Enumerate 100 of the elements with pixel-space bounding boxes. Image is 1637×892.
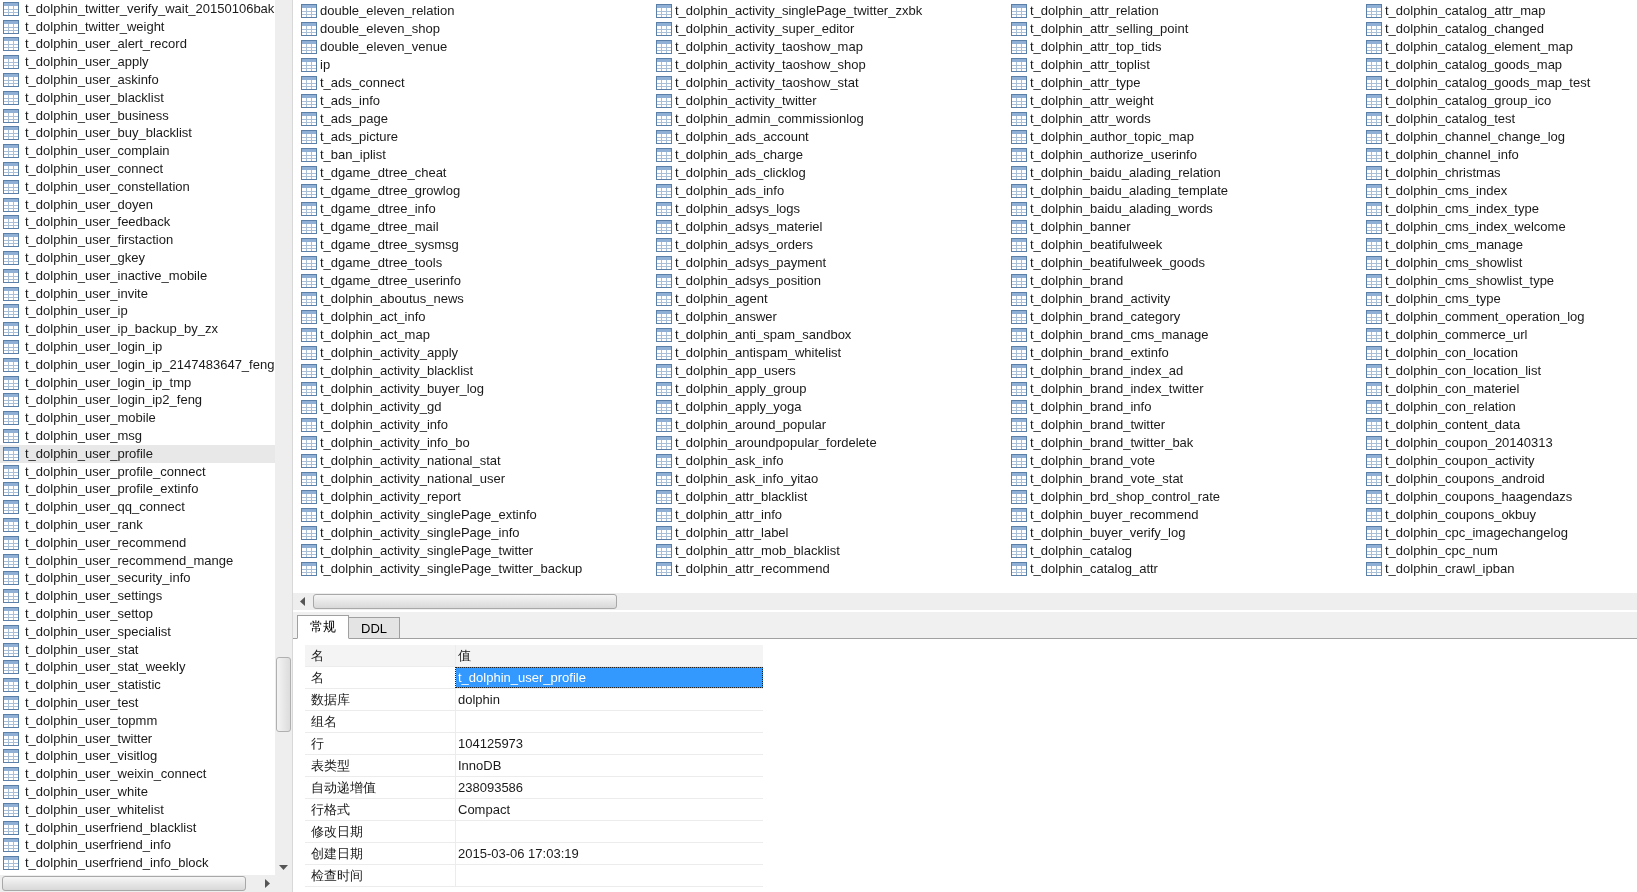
scroll-left-arrow-icon[interactable] bbox=[299, 596, 305, 606]
table-list-item[interactable]: t_ads_connect bbox=[301, 74, 656, 92]
table-list-item[interactable]: t_dolphin_catalog_goods_map bbox=[1366, 56, 1637, 74]
table-list-item[interactable]: t_ads_info bbox=[301, 92, 656, 110]
scroll-right-arrow-icon[interactable] bbox=[265, 879, 271, 888]
table-list-item[interactable]: t_dolphin_brd_shop_control_rate bbox=[1011, 488, 1366, 506]
sidebar-item[interactable]: t_dolphin_user_recommend_mange bbox=[0, 551, 275, 570]
table-list-item[interactable]: t_dolphin_author_topic_map bbox=[1011, 128, 1366, 146]
table-list-item[interactable]: t_dolphin_buyer_verify_log bbox=[1011, 524, 1366, 542]
table-list-item[interactable]: t_dolphin_antispam_whitelist bbox=[656, 344, 1011, 362]
table-list-item[interactable]: t_dolphin_around_popular bbox=[656, 416, 1011, 434]
table-list-item[interactable]: t_ads_page bbox=[301, 110, 656, 128]
table-list-item[interactable]: t_dolphin_anti_spam_sandbox bbox=[656, 326, 1011, 344]
sidebar-item[interactable]: t_dolphin_user_inactive_mobile bbox=[0, 266, 275, 285]
sidebar-item[interactable]: t_dolphin_user_complain bbox=[0, 142, 275, 161]
table-list-item[interactable]: t_dolphin_activity_blacklist bbox=[301, 362, 656, 380]
sidebar-item[interactable]: t_dolphin_user_blacklist bbox=[0, 89, 275, 107]
table-list-item[interactable]: t_dolphin_activity_national_stat bbox=[301, 452, 656, 470]
table-list-item[interactable]: t_dolphin_ask_info bbox=[656, 452, 1011, 470]
table-list-item[interactable]: t_dolphin_activity_apply bbox=[301, 344, 656, 362]
table-list-item[interactable]: t_dolphin_cms_index_type bbox=[1366, 200, 1637, 218]
table-list-item[interactable]: t_dolphin_ads_charge bbox=[656, 146, 1011, 164]
table-list-item[interactable]: t_dolphin_catalog_element_map bbox=[1366, 38, 1637, 56]
sidebar-item[interactable]: t_dolphin_user_weixin_connect bbox=[0, 765, 275, 784]
table-list-item[interactable]: t_dolphin_brand_extinfo bbox=[1011, 344, 1366, 362]
table-list-item[interactable]: t_dolphin_catalog_changed bbox=[1366, 20, 1637, 38]
sidebar-item[interactable]: t_dolphin_twitter_weight bbox=[0, 17, 275, 36]
table-list-item[interactable]: t_dolphin_catalog_test bbox=[1366, 110, 1637, 128]
table-list-item[interactable]: t_dolphin_attr_label bbox=[656, 524, 1011, 542]
sidebar-item[interactable]: t_dolphin_user_qq_connect bbox=[0, 498, 275, 517]
table-list-item[interactable]: t_dolphin_attr_recommend bbox=[656, 560, 1011, 578]
sidebar-item[interactable]: t_dolphin_user_twitter bbox=[0, 729, 275, 748]
table-list-item[interactable]: t_dolphin_cms_index bbox=[1366, 182, 1637, 200]
table-list-item[interactable]: t_dgame_dtree_cheat bbox=[301, 164, 656, 182]
table-list-item[interactable]: t_dolphin_cms_type bbox=[1366, 290, 1637, 308]
table-list-item[interactable]: t_dolphin_coupons_android bbox=[1366, 470, 1637, 488]
table-list-item[interactable]: t_dolphin_con_materiel bbox=[1366, 380, 1637, 398]
table-list-item[interactable]: t_dolphin_activity_singlePage_twitter_backup bbox=[301, 560, 656, 578]
sidebar-item[interactable]: t_dolphin_user_settings bbox=[0, 587, 275, 606]
sidebar-item[interactable]: t_dolphin_user_recommend bbox=[0, 533, 275, 552]
table-list-item[interactable]: t_dgame_dtree_tools bbox=[301, 254, 656, 272]
table-list-item[interactable]: t_dolphin_con_location bbox=[1366, 344, 1637, 362]
table-list-item[interactable]: t_dgame_dtree_info bbox=[301, 200, 656, 218]
table-list-item[interactable]: t_dolphin_christmas bbox=[1366, 164, 1637, 182]
sidebar-item[interactable]: t_dolphin_user_feedback bbox=[0, 213, 275, 232]
table-list-item[interactable]: t_dolphin_catalog_attr bbox=[1011, 560, 1366, 578]
property-value[interactable]: Compact bbox=[455, 799, 763, 820]
table-list-item[interactable]: t_dolphin_aboutus_news bbox=[301, 290, 656, 308]
sidebar-item[interactable]: t_dolphin_user_mobile bbox=[0, 409, 275, 428]
table-list-item[interactable]: t_dolphin_commerce_url bbox=[1366, 326, 1637, 344]
table-list-item[interactable]: t_dolphin_baidu_alading_relation bbox=[1011, 164, 1366, 182]
table-list-item[interactable]: t_dolphin_brand_vote bbox=[1011, 452, 1366, 470]
table-list-item[interactable]: t_dolphin_activity_twitter bbox=[656, 92, 1011, 110]
table-list-item[interactable]: t_dolphin_attr_blacklist bbox=[656, 488, 1011, 506]
table-list-item[interactable]: t_dolphin_activity_gd bbox=[301, 398, 656, 416]
table-list-item[interactable]: t_dolphin_app_users bbox=[656, 362, 1011, 380]
table-list-item[interactable]: t_dolphin_buyer_recommend bbox=[1011, 506, 1366, 524]
table-list-item[interactable]: t_dolphin_activity_singlePage_twitter bbox=[301, 542, 656, 560]
table-list-item[interactable]: t_dolphin_activity_singlePage_extinfo bbox=[301, 506, 656, 524]
sidebar-item[interactable]: t_dolphin_user_settop bbox=[0, 605, 275, 623]
table-list-item[interactable]: t_dolphin_coupons_haagendazs bbox=[1366, 488, 1637, 506]
table-list-item[interactable]: double_eleven_relation bbox=[301, 2, 656, 20]
table-list-item[interactable]: t_dolphin_attr_mob_blacklist bbox=[656, 542, 1011, 560]
tab[interactable]: DDL bbox=[348, 617, 400, 638]
table-list-item[interactable]: t_dolphin_answer bbox=[656, 308, 1011, 326]
table-list-item[interactable]: t_dolphin_adsys_logs bbox=[656, 200, 1011, 218]
table-list-item[interactable]: t_dgame_dtree_mail bbox=[301, 218, 656, 236]
table-list-item[interactable]: ip bbox=[301, 56, 656, 74]
table-list-item[interactable]: t_dolphin_admin_commissionlog bbox=[656, 110, 1011, 128]
sidebar-item[interactable]: t_dolphin_userfriend_info bbox=[0, 836, 275, 855]
table-list-item[interactable]: t_dolphin_activity_info_bo bbox=[301, 434, 656, 452]
table-list-item[interactable]: t_dolphin_attr_info bbox=[656, 506, 1011, 524]
sidebar-item[interactable]: t_dolphin_userfriend_blacklist bbox=[0, 818, 275, 837]
sidebar-item[interactable]: t_dolphin_user_gkey bbox=[0, 249, 275, 267]
sidebar-item[interactable]: t_dolphin_user_topmm bbox=[0, 711, 275, 730]
table-list-item[interactable]: t_dolphin_attr_words bbox=[1011, 110, 1366, 128]
vertical-scrollbar[interactable] bbox=[275, 0, 292, 875]
table-list-item[interactable]: t_dolphin_catalog bbox=[1011, 542, 1366, 560]
scrollbar-thumb[interactable] bbox=[2, 876, 246, 891]
table-list-item[interactable]: t_dolphin_brand_index_ad bbox=[1011, 362, 1366, 380]
table-list-item[interactable]: t_dolphin_apply_yoga bbox=[656, 398, 1011, 416]
table-list-item[interactable]: t_dolphin_channel_info bbox=[1366, 146, 1637, 164]
table-list-item[interactable]: t_dolphin_beatifulweek bbox=[1011, 236, 1366, 254]
table-list-item[interactable]: t_dolphin_catalog_group_ico bbox=[1366, 92, 1637, 110]
table-list-item[interactable]: t_dolphin_coupon_20140313 bbox=[1366, 434, 1637, 452]
sidebar-item[interactable]: t_dolphin_user_rank bbox=[0, 516, 275, 534]
table-list-item[interactable]: t_dgame_dtree_growlog bbox=[301, 182, 656, 200]
table-list-item[interactable]: t_dolphin_activity_national_user bbox=[301, 470, 656, 488]
sidebar-item[interactable]: t_dolphin_user_white bbox=[0, 783, 275, 801]
table-list-item[interactable]: t_dolphin_brand_twitter bbox=[1011, 416, 1366, 434]
table-list-item[interactable]: t_dolphin_comment_operation_log bbox=[1366, 308, 1637, 326]
table-list-item[interactable]: t_dolphin_channel_change_log bbox=[1366, 128, 1637, 146]
property-value[interactable]: 238093586 bbox=[455, 777, 763, 798]
table-list-item[interactable]: t_dolphin_brand_category bbox=[1011, 308, 1366, 326]
horizontal-scrollbar[interactable] bbox=[293, 592, 1637, 610]
table-list-item[interactable]: t_dolphin_coupons_okbuy bbox=[1366, 506, 1637, 524]
property-value[interactable]: dolphin bbox=[455, 689, 763, 710]
sidebar-item[interactable]: t_dolphin_user_invite bbox=[0, 284, 275, 303]
sidebar-item[interactable]: t_dolphin_user_business bbox=[0, 106, 275, 125]
table-list-item[interactable]: t_dolphin_activity_super_editor bbox=[656, 20, 1011, 38]
